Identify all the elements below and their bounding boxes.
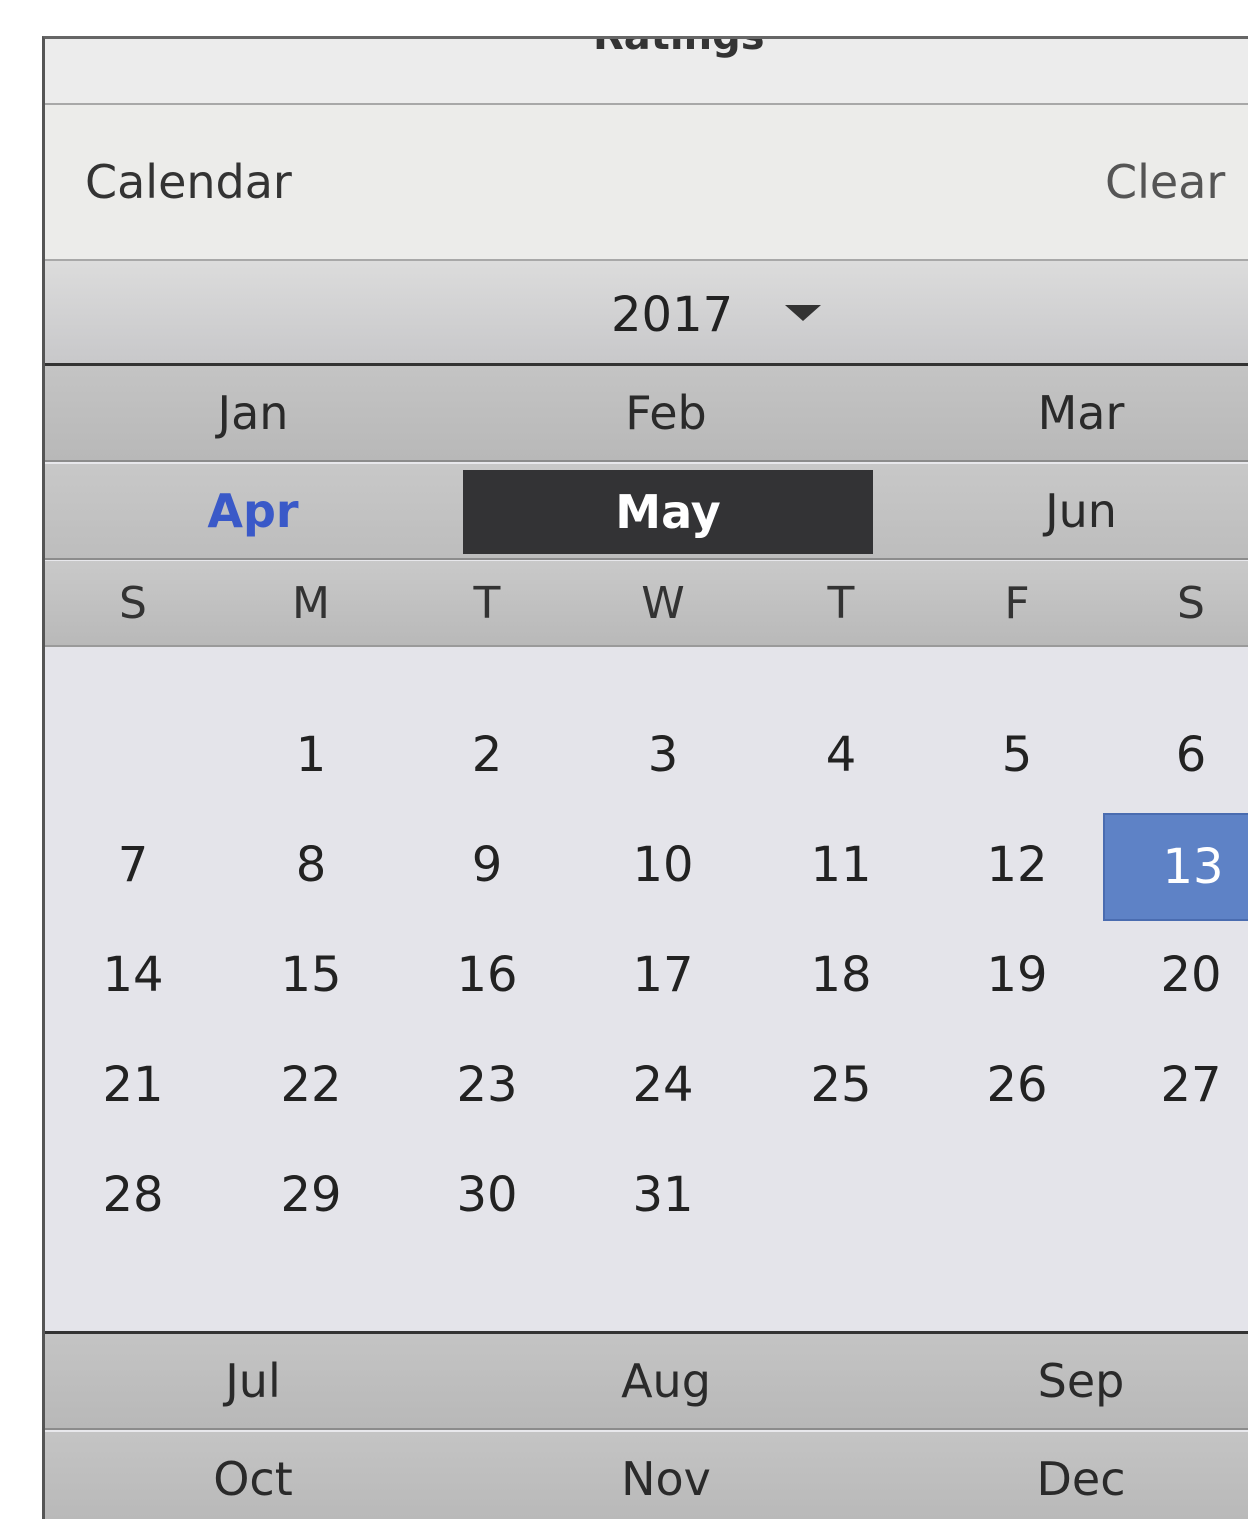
month-jul[interactable]: Jul (45, 1334, 461, 1428)
month-row-1: Jan Feb Mar (45, 366, 1248, 462)
day-cell[interactable]: 24 (575, 1033, 751, 1137)
weekday-label: M (292, 577, 330, 629)
weekday-label: T (827, 577, 855, 629)
month-jan[interactable]: Jan (45, 366, 461, 460)
day-cell[interactable]: 18 (753, 923, 929, 1027)
day-cell[interactable]: 29 (223, 1143, 399, 1247)
day-cell[interactable]: 28 (45, 1143, 221, 1247)
day-cell[interactable]: 21 (45, 1033, 221, 1137)
calendar-toolbar: Calendar Clear (45, 105, 1248, 261)
day-cell[interactable]: 25 (753, 1033, 929, 1137)
weekday-label: S (1177, 577, 1205, 629)
day-cell[interactable]: 12 (929, 813, 1105, 917)
weekday-header: SMTWTFS (45, 561, 1248, 647)
chevron-down-icon[interactable] (785, 305, 821, 321)
day-cell[interactable]: 26 (929, 1033, 1105, 1137)
month-may[interactable]: May (463, 470, 873, 554)
weekday-label: T (473, 577, 501, 629)
day-cell[interactable]: 17 (575, 923, 751, 1027)
day-cell-selected[interactable]: 13 (1103, 813, 1248, 921)
ratings-header: Ratings (45, 39, 1248, 105)
year-selector[interactable]: 2017 (45, 261, 1248, 366)
day-cell[interactable]: 14 (45, 923, 221, 1027)
month-row-2: Apr May Jun (45, 464, 1248, 560)
year-label[interactable]: 2017 (611, 287, 733, 343)
day-cell[interactable]: 8 (223, 813, 399, 917)
day-grid: 1 2 3 4 5 6 7 8 9 10 11 12 13 14 15 16 17 18 19 20 21 22 23 24 2… (45, 647, 1248, 1334)
weekday-label: F (1004, 577, 1030, 629)
month-dec[interactable]: Dec (871, 1432, 1248, 1519)
day-cell[interactable]: 31 (575, 1143, 751, 1247)
day-cell[interactable]: 6 (1103, 703, 1248, 807)
day-cell[interactable]: 22 (223, 1033, 399, 1137)
clear-button[interactable]: Clear (1105, 155, 1225, 209)
calendar-title: Calendar (85, 155, 292, 209)
day-cell[interactable]: 20 (1103, 923, 1248, 1027)
weekday-label: W (641, 577, 685, 629)
day-cell[interactable]: 10 (575, 813, 751, 917)
day-cell[interactable]: 27 (1103, 1033, 1248, 1137)
ratings-title: Ratings (593, 36, 765, 59)
day-cell[interactable]: 15 (223, 923, 399, 1027)
month-oct[interactable]: Oct (45, 1432, 461, 1519)
day-cell[interactable]: 1 (223, 703, 399, 807)
day-cell[interactable]: 11 (753, 813, 929, 917)
day-cell[interactable]: 30 (399, 1143, 575, 1247)
day-cell[interactable]: 5 (929, 703, 1105, 807)
month-sep[interactable]: Sep (871, 1334, 1248, 1428)
month-row-3: Jul Aug Sep (45, 1334, 1248, 1430)
month-aug[interactable]: Aug (461, 1334, 871, 1428)
month-feb[interactable]: Feb (461, 366, 871, 460)
calendar-popover: Ratings Calendar Clear 2017 Jan Feb Mar … (42, 36, 1248, 1519)
day-cell[interactable]: 23 (399, 1033, 575, 1137)
month-mar[interactable]: Mar (871, 366, 1248, 460)
month-row-4: Oct Nov Dec (45, 1432, 1248, 1519)
month-nov[interactable]: Nov (461, 1432, 871, 1519)
day-cell[interactable]: 19 (929, 923, 1105, 1027)
month-apr[interactable]: Apr (45, 464, 461, 558)
day-cell[interactable]: 3 (575, 703, 751, 807)
day-cell[interactable]: 16 (399, 923, 575, 1027)
month-jun[interactable]: Jun (871, 464, 1248, 558)
day-cell[interactable]: 2 (399, 703, 575, 807)
day-cell[interactable]: 9 (399, 813, 575, 917)
day-cell[interactable]: 4 (753, 703, 929, 807)
weekday-label: S (119, 577, 147, 629)
day-cell[interactable]: 7 (45, 813, 221, 917)
